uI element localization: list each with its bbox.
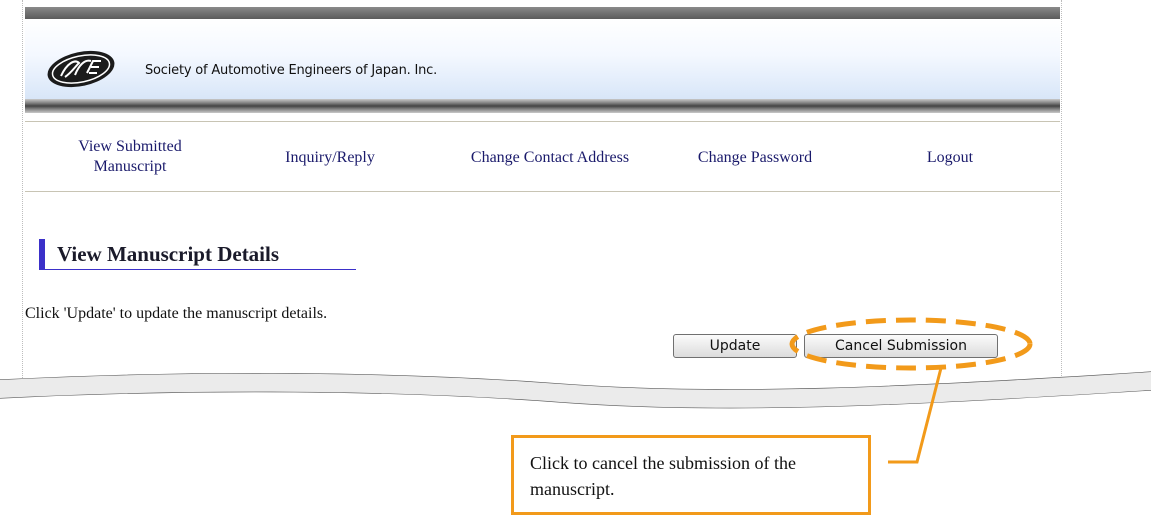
jsae-logo-icon [47, 50, 115, 88]
update-button[interactable]: Update [673, 334, 797, 358]
top-bar [25, 7, 1060, 19]
nav-logout[interactable]: Logout [900, 148, 1000, 168]
nav-inquiry-reply[interactable]: Inquiry/Reply [260, 148, 400, 168]
nav-divider-top [25, 121, 1060, 122]
nav-label-line2: Manuscript [93, 158, 167, 175]
nav-change-contact-address[interactable]: Change Contact Address [450, 148, 650, 168]
nav-change-password[interactable]: Change Password [675, 148, 835, 168]
instruction-text: Click 'Update' to update the manuscript … [25, 305, 328, 322]
page-content: Society of Automotive Engineers of Japan… [25, 0, 1060, 400]
browser-frame-right [1061, 0, 1063, 380]
site-header: Society of Automotive Engineers of Japan… [25, 19, 1060, 99]
page-title: View Manuscript Details [57, 242, 280, 266]
browser-frame-left [22, 0, 24, 380]
org-name: Society of Automotive Engineers of Japan… [145, 63, 438, 78]
section-heading: View Manuscript Details [39, 239, 356, 270]
callout-text: Click to cancel the submission of the ma… [530, 453, 796, 499]
cancel-submission-button[interactable]: Cancel Submission [804, 334, 998, 358]
section-accent-bar [39, 239, 45, 269]
nav-divider-bottom [25, 191, 1060, 192]
nav-label-line1: View Submitted [78, 138, 182, 155]
torn-page-edge [0, 371, 1151, 420]
header-divider [25, 99, 1060, 113]
callout-box: Click to cancel the submission of the ma… [511, 435, 871, 515]
nav-view-submitted-manuscript[interactable]: View Submitted Manuscript [55, 137, 205, 177]
